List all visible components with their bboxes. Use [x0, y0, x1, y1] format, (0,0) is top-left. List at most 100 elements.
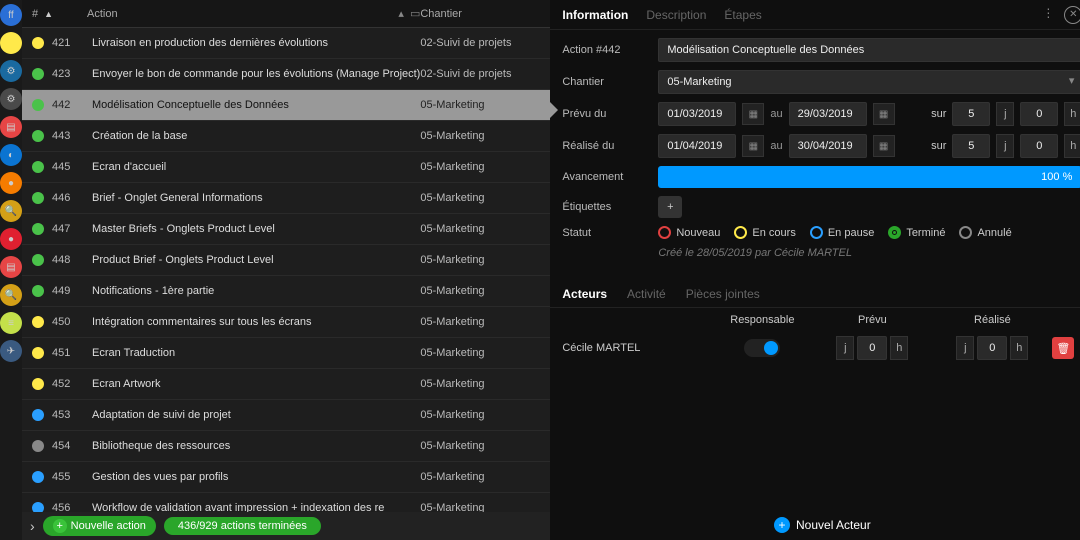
row-number: 449: [52, 285, 92, 297]
chantier-select[interactable]: [658, 70, 1080, 94]
rail-icon[interactable]: ff: [0, 4, 22, 26]
row-number: 447: [52, 223, 92, 235]
row-action: Modélisation Conceptuelle des Données: [92, 99, 420, 111]
new-actor-button[interactable]: Nouvel Acteur: [796, 518, 871, 532]
status-radio[interactable]: Annulé: [959, 226, 1011, 239]
actor-name: Cécile MARTEL: [562, 342, 712, 354]
rows-container: 421Livraison en production des dernières…: [22, 28, 550, 512]
rail-icon[interactable]: 🔍: [0, 200, 22, 222]
table-row[interactable]: 421Livraison en production des dernières…: [22, 28, 550, 59]
status-radio[interactable]: Terminé: [888, 226, 945, 239]
calendar-icon[interactable]: ▦: [742, 103, 764, 125]
more-icon[interactable]: ⋮: [1042, 6, 1054, 24]
tab-acteurs[interactable]: Acteurs: [562, 287, 607, 301]
prevu-hours-field[interactable]: [1020, 102, 1058, 126]
actor-prevu-field[interactable]: [857, 336, 887, 360]
new-action-button[interactable]: +Nouvelle action: [43, 516, 156, 536]
actor-realise-field[interactable]: [977, 336, 1007, 360]
table-row[interactable]: 446Brief - Onglet General Informations05…: [22, 183, 550, 214]
row-chantier: 05-Marketing: [420, 316, 540, 328]
row-number: 445: [52, 161, 92, 173]
actor-row: Cécile MARTEL j h j h 🗑: [550, 332, 1080, 364]
rail-icon[interactable]: ⚙: [0, 60, 22, 82]
table-row[interactable]: 456Workflow de validation avant impressi…: [22, 493, 550, 512]
rail-icon[interactable]: ✈: [0, 340, 22, 362]
table-row[interactable]: 445Ecran d'accueil05-Marketing: [22, 152, 550, 183]
tab-etapes[interactable]: Étapes: [724, 8, 761, 22]
created-meta: Créé le 28/05/2019 par Cécile MARTEL: [658, 247, 1080, 259]
actor-tabs: Acteurs Activité Pièces jointes: [550, 277, 1080, 308]
col-action[interactable]: Action▴▭: [87, 7, 420, 20]
progress-bar[interactable]: 100 %: [658, 166, 1080, 188]
realise-hours-field[interactable]: [1020, 134, 1058, 158]
responsable-toggle[interactable]: [744, 339, 780, 357]
chevron-right-icon[interactable]: ›: [30, 518, 35, 534]
table-row[interactable]: 455Gestion des vues par profils05-Market…: [22, 462, 550, 493]
row-action: Ecran Traduction: [92, 347, 420, 359]
row-number: 448: [52, 254, 92, 266]
status-dot: [32, 378, 44, 390]
close-icon[interactable]: ✕: [1064, 6, 1080, 24]
table-row[interactable]: 423Envoyer le bon de commande pour les é…: [22, 59, 550, 90]
realise-from-field[interactable]: [658, 134, 736, 158]
tab-activite[interactable]: Activité: [627, 287, 666, 301]
col-chantier[interactable]: Chantier: [420, 8, 540, 20]
prevu-to-field[interactable]: [789, 102, 867, 126]
tab-information[interactable]: Information: [562, 8, 628, 22]
tab-description[interactable]: Description: [646, 8, 706, 22]
status-dot: [32, 254, 44, 266]
label-statut: Statut: [562, 227, 650, 239]
status-radio[interactable]: Nouveau: [658, 226, 720, 239]
table-row[interactable]: 453Adaptation de suivi de projet05-Marke…: [22, 400, 550, 431]
row-chantier: 05-Marketing: [420, 440, 540, 452]
row-chantier: 05-Marketing: [420, 347, 540, 359]
row-chantier: 05-Marketing: [420, 502, 540, 512]
table-row[interactable]: 450Intégration commentaires sur tous les…: [22, 307, 550, 338]
status-dot: [32, 409, 44, 421]
row-number: 454: [52, 440, 92, 452]
status-radio[interactable]: En cours: [734, 226, 795, 239]
row-action: Création de la base: [92, 130, 420, 142]
rail-icon[interactable]: ◐: [0, 144, 22, 166]
row-number: 423: [52, 68, 92, 80]
table-row[interactable]: 447Master Briefs - Onglets Product Level…: [22, 214, 550, 245]
table-row[interactable]: 449Notifications - 1ère partie05-Marketi…: [22, 276, 550, 307]
rail-icon[interactable]: [0, 32, 22, 54]
label-avancement: Avancement: [562, 171, 650, 183]
table-row[interactable]: 451Ecran Traduction05-Marketing: [22, 338, 550, 369]
rail-icon[interactable]: 🔍: [0, 284, 22, 306]
table-row[interactable]: 452Ecran Artwork05-Marketing: [22, 369, 550, 400]
realise-days-field[interactable]: [952, 134, 990, 158]
prevu-from-field[interactable]: [658, 102, 736, 126]
prevu-days-field[interactable]: [952, 102, 990, 126]
status-radio[interactable]: En pause: [810, 226, 874, 239]
delete-actor-button[interactable]: 🗑: [1052, 337, 1074, 359]
rail-icon[interactable]: ⚙: [0, 88, 22, 110]
row-chantier: 05-Marketing: [420, 161, 540, 173]
table-row[interactable]: 442Modélisation Conceptuelle des Données…: [22, 90, 550, 121]
row-number: 446: [52, 192, 92, 204]
rail-icon[interactable]: ●: [0, 228, 22, 250]
status-dot: [32, 347, 44, 359]
calendar-icon[interactable]: ▦: [742, 135, 764, 157]
row-chantier: 05-Marketing: [420, 130, 540, 142]
table-row[interactable]: 454Bibliotheque des ressources05-Marketi…: [22, 431, 550, 462]
rail-icon[interactable]: ●: [0, 172, 22, 194]
rail-icon[interactable]: ▤: [0, 256, 22, 278]
rail-icon[interactable]: ≡: [0, 312, 22, 334]
status-radios: Nouveau En cours En pause Terminé Annulé: [658, 226, 1080, 239]
filter-icon: ▭: [410, 7, 420, 20]
row-action: Bibliotheque des ressources: [92, 440, 420, 452]
list-footer: › +Nouvelle action 436/929 actions termi…: [22, 512, 550, 540]
col-number[interactable]: #▲: [32, 8, 87, 20]
calendar-icon[interactable]: ▦: [873, 135, 895, 157]
table-row[interactable]: 443Création de la base05-Marketing: [22, 121, 550, 152]
rail-icon[interactable]: ▤: [0, 116, 22, 138]
calendar-icon[interactable]: ▦: [873, 103, 895, 125]
row-chantier: 05-Marketing: [420, 192, 540, 204]
table-row[interactable]: 448Product Brief - Onglets Product Level…: [22, 245, 550, 276]
add-tag-button[interactable]: +: [658, 196, 682, 218]
tab-pieces[interactable]: Pièces jointes: [686, 287, 760, 301]
realise-to-field[interactable]: [789, 134, 867, 158]
action-title-field[interactable]: [658, 38, 1080, 62]
